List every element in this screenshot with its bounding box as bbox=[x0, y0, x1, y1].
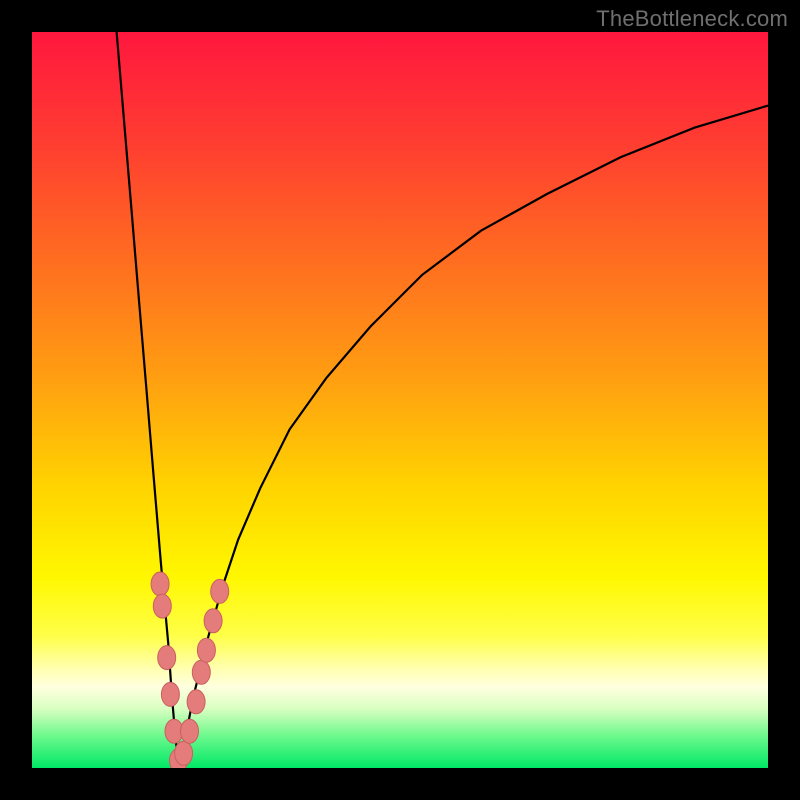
bead-marker bbox=[151, 572, 169, 596]
bead-marker bbox=[211, 579, 229, 603]
curve-layer bbox=[32, 32, 768, 768]
bead-marker bbox=[204, 609, 222, 633]
watermark-text: TheBottleneck.com bbox=[596, 6, 788, 32]
bead-marker bbox=[197, 638, 215, 662]
bead-marker bbox=[175, 741, 193, 765]
bead-marker bbox=[181, 719, 199, 743]
bead-marker bbox=[192, 660, 210, 684]
bead-marker bbox=[187, 690, 205, 714]
bead-marker bbox=[161, 682, 179, 706]
bead-marker bbox=[158, 646, 176, 670]
bead-group bbox=[151, 572, 229, 768]
chart-frame: TheBottleneck.com bbox=[0, 0, 800, 800]
bead-marker bbox=[153, 594, 171, 618]
plot-area bbox=[32, 32, 768, 768]
curve-right-branch bbox=[179, 106, 768, 768]
